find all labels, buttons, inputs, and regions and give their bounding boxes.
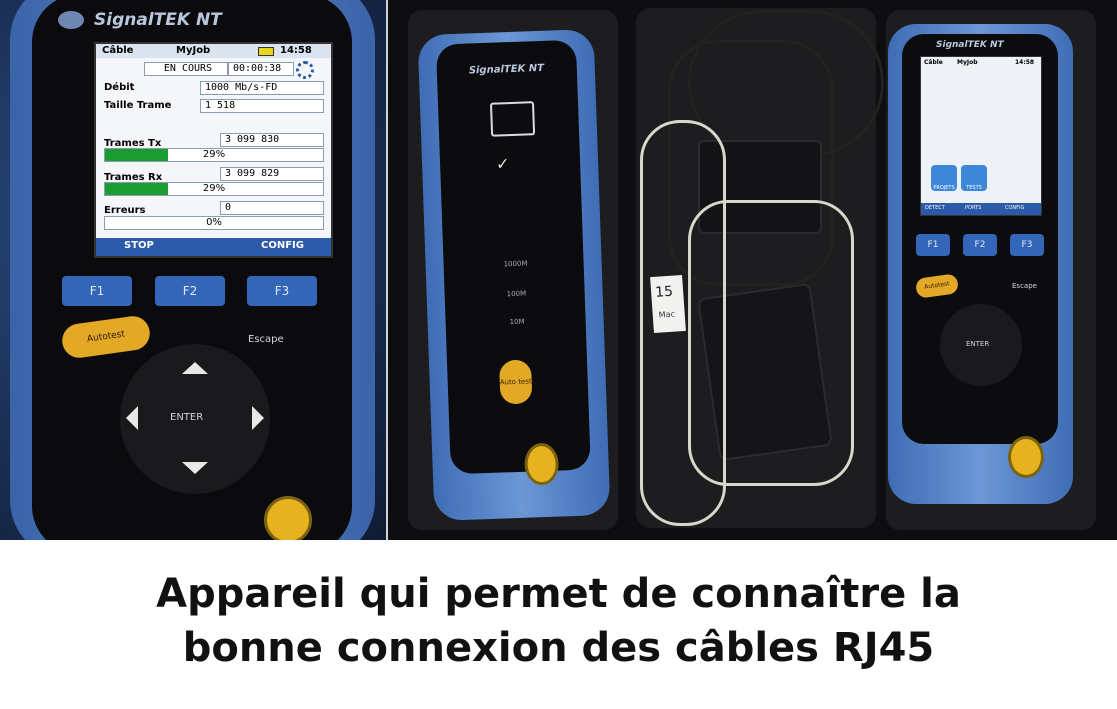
caption-line-2: bonne connexion des câbles RJ45: [182, 625, 935, 671]
rj45-cable-b: [688, 200, 854, 486]
cable-test-icon: [489, 101, 536, 137]
main-screen: Câble MyJob 14:58 PROJETS TESTS DETECT P…: [920, 56, 1042, 216]
main-screen-header: Câble: [924, 59, 943, 66]
screen-header: Câble MyJob 14:58: [96, 44, 331, 58]
projets-label: PROJETS: [933, 185, 955, 191]
tab-ports[interactable]: PORTS: [965, 205, 981, 211]
tests-label: TESTS: [966, 185, 982, 191]
arrow-left-icon[interactable]: [126, 406, 138, 430]
enter-key[interactable]: ENTER: [170, 412, 203, 423]
main-f1-key[interactable]: F1: [916, 234, 950, 256]
power-cable-loop: [688, 10, 884, 156]
debit-value: 1000 Mb/s-FD: [200, 81, 324, 95]
spinner-icon: [296, 61, 314, 79]
check-icon: ✓: [495, 154, 510, 174]
stop-softkey[interactable]: STOP: [124, 240, 154, 251]
device-face: SignalTEK NT Câble MyJob 14:58 EN COURS …: [32, 0, 352, 540]
main-escape-key[interactable]: Escape: [1012, 282, 1037, 290]
tx-progress-bar: 29%: [104, 148, 324, 162]
power-icon[interactable]: [264, 496, 312, 540]
softkey-bar: STOP CONFIG: [96, 238, 331, 256]
battery-icon: [258, 47, 274, 56]
speed-10m: 10M: [509, 317, 525, 327]
tab-detect[interactable]: DETECT: [925, 205, 945, 211]
main-f2-key[interactable]: F2: [963, 234, 997, 256]
screen-header-time: 14:58: [280, 45, 312, 56]
cable-tag-number: 15: [654, 283, 674, 301]
timer-field: 00:00:38: [228, 62, 294, 76]
main-enter-key[interactable]: ENTER: [966, 340, 989, 348]
taille-label: Taille Trame: [104, 100, 172, 111]
main-f3-key[interactable]: F3: [1010, 234, 1044, 256]
err-progress-bar: 0%: [104, 216, 324, 230]
main-screen-job: MyJob: [957, 59, 978, 66]
main-tester-unit: SignalTEK NT Câble MyJob 14:58 PROJETS T…: [888, 24, 1073, 504]
err-label: Erreurs: [104, 205, 146, 216]
arrow-right-icon[interactable]: [252, 406, 264, 430]
cable-tag: 15 Mac: [650, 274, 686, 334]
rx-percent: 29%: [202, 183, 226, 194]
remote-power-icon[interactable]: [523, 442, 560, 486]
tester-device-closeup: SignalTEK NT Câble MyJob 14:58 EN COURS …: [10, 0, 375, 540]
autotest-button[interactable]: Auto test: [498, 359, 533, 405]
arrow-down-icon[interactable]: [182, 462, 208, 474]
tx-percent: 29%: [202, 149, 226, 160]
projets-icon[interactable]: PROJETS: [931, 165, 957, 191]
autotest-key[interactable]: Autotest: [60, 314, 152, 360]
rx-value: 3 099 829: [220, 167, 324, 181]
speed-100m: 100M: [506, 289, 527, 299]
autotest-button-label: Auto test: [499, 377, 532, 387]
screen-header-job: MyJob: [176, 45, 211, 56]
main-power-icon[interactable]: [1008, 436, 1044, 478]
tx-value: 3 099 830: [220, 133, 324, 147]
config-softkey[interactable]: CONFIG: [261, 240, 304, 251]
err-percent: 0%: [206, 217, 222, 228]
main-brand: SignalTEK NT: [936, 40, 1004, 50]
debit-label: Débit: [104, 82, 135, 93]
closeup-photo: SignalTEK NT Câble MyJob 14:58 EN COURS …: [0, 0, 388, 540]
arrow-up-icon[interactable]: [182, 362, 208, 374]
f3-key[interactable]: F3: [247, 276, 317, 306]
main-dpad[interactable]: ENTER: [940, 304, 1022, 386]
f1-key[interactable]: F1: [62, 276, 132, 306]
escape-key[interactable]: Escape: [248, 334, 284, 345]
tests-icon[interactable]: TESTS: [961, 165, 987, 191]
tab-config[interactable]: CONFIG: [1005, 205, 1024, 211]
dpad[interactable]: ENTER: [120, 344, 270, 494]
screen-header-cable: Câble: [102, 45, 134, 56]
main-autotest-key[interactable]: Autotest: [914, 273, 960, 299]
rx-progress-bar: 29%: [104, 182, 324, 196]
cable-tag-text: Mac: [658, 309, 676, 320]
remote-unit: SignalTEK NT ✓ 1000M 100M 10M Auto test: [417, 29, 611, 521]
status-field: EN COURS: [144, 62, 228, 76]
device-brand: SignalTEK NT: [94, 10, 222, 30]
err-value: 0: [220, 201, 324, 215]
speed-1000m: 1000M: [503, 259, 528, 269]
kit-photo: SignalTEK NT ✓ 1000M 100M 10M Auto test …: [388, 0, 1117, 540]
caption-line-1: Appareil qui permet de connaître la: [156, 571, 961, 617]
taille-value: 1 518: [200, 99, 324, 113]
logo-icon: [58, 11, 84, 29]
main-screen-time: 14:58: [1015, 59, 1035, 66]
remote-brand: SignalTEK NT: [468, 62, 545, 77]
main-tab-bar: DETECT PORTS CONFIG: [921, 203, 1041, 215]
f2-key[interactable]: F2: [155, 276, 225, 306]
device-screen: Câble MyJob 14:58 EN COURS 00:00:38 Débi…: [94, 42, 333, 258]
